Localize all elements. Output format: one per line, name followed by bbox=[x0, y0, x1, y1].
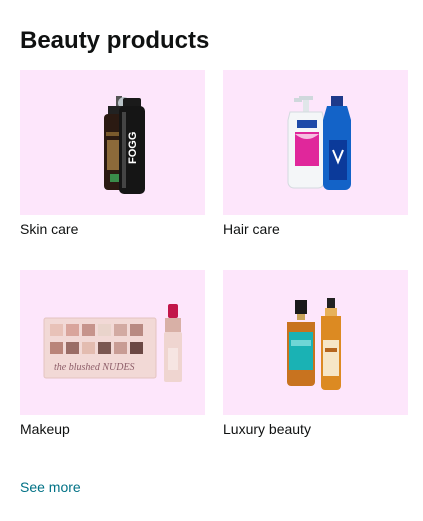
luxury-beauty-image[interactable] bbox=[223, 270, 408, 415]
fogg-brand-text: FOGG bbox=[127, 132, 139, 164]
makeup-image[interactable]: the blushed NUDES bbox=[20, 270, 205, 415]
hair-care-image[interactable] bbox=[223, 70, 408, 215]
tile-label-hair-care: Hair care bbox=[223, 221, 280, 237]
tile-luxury-beauty[interactable]: Luxury beauty bbox=[223, 270, 408, 438]
skin-care-image[interactable]: FOGG bbox=[20, 70, 205, 215]
tile-skin-care[interactable]: FOGG Skin care bbox=[20, 70, 205, 238]
palette-text: the blushed NUDES bbox=[54, 362, 135, 373]
card-title: Beauty products bbox=[20, 27, 210, 54]
tile-label-skin-care: Skin care bbox=[20, 221, 79, 237]
tile-label-luxury-beauty: Luxury beauty bbox=[223, 421, 311, 437]
tile-label-makeup: Makeup bbox=[20, 421, 70, 437]
tile-hair-care[interactable]: Hair care bbox=[223, 70, 408, 238]
see-more-link[interactable]: See more bbox=[20, 478, 81, 496]
tile-makeup[interactable]: the blushed NUDES Makeup bbox=[20, 270, 205, 438]
